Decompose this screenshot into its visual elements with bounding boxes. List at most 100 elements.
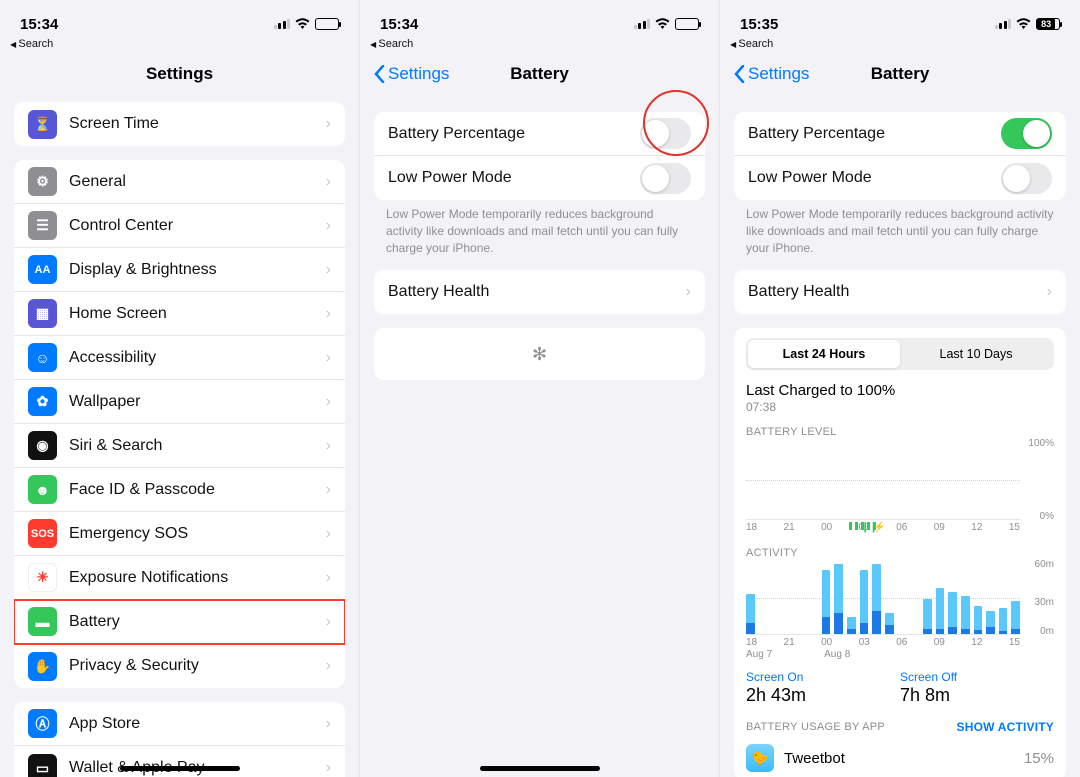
- chevron-right-icon: ›: [326, 393, 331, 411]
- cell-signal-icon: [634, 19, 651, 29]
- settings-row[interactable]: AA Display & Brightness›: [14, 248, 345, 292]
- navbar: Settings: [0, 54, 359, 94]
- chevron-right-icon: ›: [326, 481, 331, 499]
- chevron-right-icon: ›: [326, 613, 331, 631]
- screen-off-stat: Screen Off 7h 8m: [900, 670, 1054, 706]
- row-label: Control Center: [69, 217, 326, 235]
- battery-health-row[interactable]: Battery Health ›: [734, 270, 1066, 314]
- wifi-icon: [1016, 18, 1031, 30]
- back-label: Settings: [388, 64, 449, 84]
- chevron-right-icon: ›: [326, 115, 331, 133]
- battery-percentage-row[interactable]: Battery Percentage: [734, 112, 1066, 156]
- show-activity-button[interactable]: SHOW ACTIVITY: [957, 720, 1055, 734]
- row-label: Battery Health: [388, 283, 686, 301]
- row-label: App Store: [69, 715, 326, 733]
- row-label: Privacy & Security: [69, 657, 326, 675]
- status-bar: 15:34: [360, 0, 719, 40]
- seg-last-10d[interactable]: Last 10 Days: [900, 340, 1052, 368]
- battery-usage-loading: ✻: [374, 328, 705, 380]
- chevron-right-icon: ›: [326, 657, 331, 675]
- battery-level-label: BATTERY LEVEL: [746, 426, 1054, 438]
- battery-icon: [315, 18, 339, 30]
- battery-pane-off: 15:34 Search Settings Battery Battery Pe…: [360, 0, 720, 777]
- back-to-app[interactable]: Search: [0, 38, 359, 50]
- row-label: Exposure Notifications: [69, 569, 326, 587]
- SOS-icon: SOS: [28, 519, 57, 548]
- chevron-right-icon: ›: [326, 261, 331, 279]
- row-label: Battery Percentage: [748, 125, 1001, 143]
- settings-row-screen-time[interactable]: ⏳ Screen Time ›: [14, 102, 345, 146]
- usage-by-app-header: BATTERY USAGE BY APP SHOW ACTIVITY: [734, 720, 1066, 734]
- chevron-right-icon: ›: [326, 349, 331, 367]
- settings-row[interactable]: SOS Emergency SOS›: [14, 512, 345, 556]
- chevron-right-icon: ›: [326, 569, 331, 587]
- switches-icon: ☰: [28, 211, 57, 240]
- A-icon: Ⓐ: [28, 709, 57, 738]
- app-usage-row[interactable]: 🐤 Tweetbot 15%: [746, 738, 1054, 772]
- chevron-right-icon: ›: [686, 283, 691, 301]
- settings-row[interactable]: ☀Exposure Notifications›: [14, 556, 345, 600]
- wifi-icon: [655, 18, 670, 30]
- row-label: Emergency SOS: [69, 525, 326, 543]
- settings-row[interactable]: ▦Home Screen›: [14, 292, 345, 336]
- app-pct: 15%: [1024, 750, 1054, 767]
- battery-health-row[interactable]: Battery Health ›: [374, 270, 705, 314]
- low-power-toggle[interactable]: [1001, 163, 1052, 194]
- clock: 15:34: [20, 16, 58, 33]
- battery-percentage-row[interactable]: Battery Percentage: [374, 112, 705, 156]
- back-button[interactable]: Settings: [374, 64, 449, 84]
- settings-row[interactable]: ☺ Accessibility›: [14, 336, 345, 380]
- row-label: Wallpaper: [69, 393, 326, 411]
- last-charged-time: 07:38: [746, 400, 1054, 414]
- back-to-app[interactable]: Search: [360, 38, 719, 50]
- person-icon: ☺: [28, 343, 57, 372]
- activity-chart: 60m 30m 0m: [746, 561, 1054, 635]
- time-range-segmented[interactable]: Last 24 Hours Last 10 Days: [746, 338, 1054, 370]
- settings-row[interactable]: ☰Control Center›: [14, 204, 345, 248]
- app-name: Tweetbot: [784, 750, 1024, 767]
- low-power-mode-row[interactable]: Low Power Mode: [374, 156, 705, 200]
- settings-row[interactable]: ◉Siri & Search›: [14, 424, 345, 468]
- row-label: Screen Time: [69, 115, 326, 133]
- settings-row[interactable]: ✿ Wallpaper›: [14, 380, 345, 424]
- seg-last-24h[interactable]: Last 24 Hours: [748, 340, 900, 368]
- chevron-right-icon: ›: [326, 525, 331, 543]
- app-icon: 🐤: [746, 744, 774, 772]
- home-indicator[interactable]: [120, 766, 240, 771]
- back-button[interactable]: Settings: [734, 64, 809, 84]
- chevron-right-icon: ›: [326, 759, 331, 777]
- chevron-right-icon: ›: [326, 305, 331, 323]
- face-icon: ☻: [28, 475, 57, 504]
- battery-toggles: Battery Percentage Low Power Mode: [374, 112, 705, 200]
- grid-icon: ▦: [28, 299, 57, 328]
- battery-usage-card: Last 24 Hours Last 10 Days Last Charged …: [734, 328, 1066, 777]
- low-power-toggle[interactable]: [640, 163, 691, 194]
- settings-row[interactable]: ⚙︎General›: [14, 160, 345, 204]
- battery-health-group: Battery Health ›: [734, 270, 1066, 314]
- home-indicator[interactable]: [480, 766, 600, 771]
- row-label: Display & Brightness: [69, 261, 326, 279]
- back-to-app[interactable]: Search: [720, 38, 1080, 50]
- settings-group-top: ⏳ Screen Time ›: [14, 102, 345, 146]
- row-label: Low Power Mode: [748, 169, 1001, 187]
- row-label: General: [69, 173, 326, 191]
- status-bar: 15:35 83: [720, 0, 1080, 40]
- flower-icon: ✿: [28, 387, 57, 416]
- settings-row[interactable]: ▭Wallet & Apple Pay›: [14, 746, 345, 777]
- low-power-mode-row[interactable]: Low Power Mode: [734, 156, 1066, 200]
- wallet-icon: ▭: [28, 754, 57, 777]
- battery-percentage-toggle[interactable]: [1001, 118, 1052, 149]
- settings-row[interactable]: ☻Face ID & Passcode›: [14, 468, 345, 512]
- battery-toggles: Battery Percentage Low Power Mode: [734, 112, 1066, 200]
- low-power-footer: Low Power Mode temporarily reduces backg…: [720, 200, 1080, 256]
- row-label: Accessibility: [69, 349, 326, 367]
- settings-row[interactable]: ⒶApp Store›: [14, 702, 345, 746]
- low-power-footer: Low Power Mode temporarily reduces backg…: [360, 200, 719, 256]
- screen-time-stats: Screen On 2h 43m Screen Off 7h 8m: [746, 670, 1054, 706]
- battery-percentage-toggle[interactable]: [640, 118, 691, 149]
- settings-row[interactable]: ▬Battery›: [14, 600, 345, 644]
- charging-indicator: ❙❙⚡: [815, 521, 911, 531]
- settings-group-main: ⚙︎General› ☰ Control Center › AA Display & Br…: [14, 160, 345, 688]
- AA-icon: AA: [28, 255, 57, 284]
- settings-row[interactable]: ✋Privacy & Security›: [14, 644, 345, 688]
